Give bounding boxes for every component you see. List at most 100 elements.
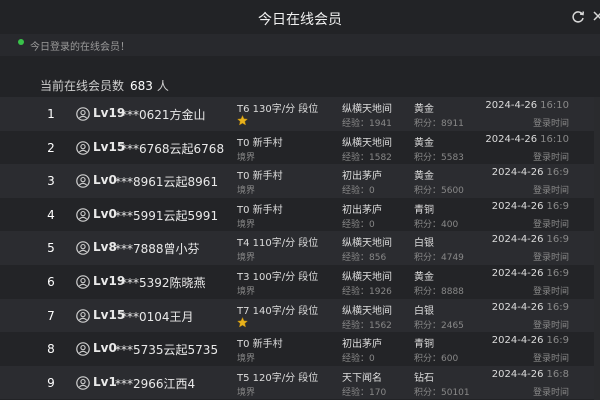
member-row[interactable]: 7 Lv15 ***0104王月 T7 140字/分 段位 纵横天地间 经验：1562 白银… [0,298,600,333]
login-date: 2024-4-26 [491,368,544,380]
login-time: 16:9 [546,200,569,212]
member-rank: 9 [47,375,55,390]
member-name[interactable]: ***6768云起6768 [121,140,224,157]
member-row[interactable]: 6 Lv19 ***5392陈晓燕 T3 100字/分 段位 境界 纵横天地间 经验：192… [0,264,600,299]
member-exp: 经验：0 [342,219,375,230]
notice-text: 今日登录的在线会员！ [30,42,130,53]
member-tier: 白银 [414,305,434,317]
member-exp: 经验：0 [342,354,375,365]
member-row[interactable]: 8 Lv0 ***5735云起5735 T0 新手村 境界 初出茅庐 经验：0 青铜 积分：60… [0,332,600,366]
member-realm-label: 境界 [237,387,256,398]
member-realm-label: 境界 [237,354,256,365]
member-points: 积分：8888 [414,286,464,297]
member-exp: 经验：856 [342,253,387,264]
member-list: 1 Lv19 ***0621方金山 T6 130字/分 段位 纵横天地间 经验：1941 黄… [0,97,600,400]
member-row[interactable]: 1 Lv19 ***0621方金山 T6 130字/分 段位 纵横天地间 经验：1941 黄… [0,97,600,131]
online-count: 当前在线会员数 683 人 [40,77,169,94]
member-name[interactable]: ***2966江西4 [115,375,195,392]
member-realm: 纵横天地间 [342,305,392,317]
member-rank: 2 [47,140,55,155]
login-time-label: 登录时间 [532,219,569,230]
member-row[interactable]: 5 Lv8 ***7888曾小芬 T4 110字/分 段位 境界 纵横天地间 经验：856 白… [0,231,600,265]
member-realm: 纵横天地间 [342,137,392,149]
member-exp: 经验：0 [342,186,375,197]
member-realm: 纵横天地间 [342,238,392,250]
member-name[interactable]: ***0621方金山 [121,106,206,123]
member-row[interactable]: 3 Lv0 ***8961云起8961 T0 新手村 境界 初出茅庐 经验：0 黄金 积分：56… [0,164,600,198]
member-tier: 黄金 [414,271,434,283]
login-time-label: 登录时间 [532,253,569,264]
login-date: 2024-4-26 [491,301,544,313]
member-speed: T0 新手村 [237,171,283,183]
login-time-label: 登录时间 [532,119,569,129]
page-title: 今日在线会员 [258,12,342,28]
member-realm: 初出茅庐 [342,204,382,216]
member-exp: 经验：1941 [342,119,392,129]
member-realm: 初出茅庐 [342,171,382,183]
user-avatar-icon [76,275,90,289]
member-points: 积分：2465 [414,320,464,331]
member-tier: 白银 [414,238,434,250]
member-name[interactable]: ***7888曾小芬 [115,240,200,257]
member-tier: 青铜 [414,204,434,216]
refresh-icon[interactable] [571,10,585,24]
member-speed: T0 新手村 [237,137,283,149]
login-time-label: 登录时间 [532,286,569,297]
login-date: 2024-4-26 [491,267,544,279]
member-speed: T0 新手村 [237,339,283,351]
member-realm: 纵横天地间 [342,271,392,283]
login-time-label: 登录时间 [532,354,569,365]
login-time: 16:9 [546,335,569,347]
title-bar: 今日在线会员 [0,0,600,34]
user-avatar-icon [76,342,90,356]
member-realm: 天下闻名 [342,372,382,384]
scrollbar[interactable] [594,97,600,400]
login-time-label: 登录时间 [532,186,569,197]
user-avatar-icon [76,207,90,222]
member-level: Lv8 [93,240,117,255]
member-name[interactable]: ***5991云起5991 [115,207,218,224]
user-avatar-icon [76,241,90,256]
member-exp: 经验：170 [342,387,387,398]
member-level: Lv0 [93,206,117,221]
member-row[interactable]: 9 Lv1 ***2966江西4 T5 120字/分 段位 境界 天下闻名 经验：170 钻石… [0,365,600,400]
online-count-label: 当前在线会员数 [40,79,125,93]
member-rank: 8 [47,342,55,357]
login-time-label: 登录时间 [532,387,569,398]
member-name[interactable]: ***5392陈晓燕 [121,274,206,291]
login-time: 16:9 [546,301,569,313]
member-level: Lv0 [93,341,117,356]
member-login-date: 2024-4-26 16:10 [485,134,569,145]
online-count-value: 683 [130,79,153,93]
member-tier: 青铜 [414,339,434,351]
member-row[interactable]: 2 Lv15 ***6768云起6768 T0 新手村 境界 纵横天地间 经验：1582 黄金… [0,130,600,165]
member-name[interactable]: ***8961云起8961 [115,173,218,190]
login-date: 2024-4-26 [491,200,544,212]
member-realm-label: 境界 [237,186,256,197]
member-login-date: 2024-4-26 16:8 [492,369,569,380]
member-rank: 1 [47,107,55,121]
login-time: 16:9 [546,234,569,246]
member-points: 积分：5583 [414,152,464,163]
close-icon[interactable] [592,8,600,26]
member-name[interactable]: ***5735云起5735 [115,341,218,358]
member-rank: 3 [47,174,55,189]
login-time-label: 登录时间 [532,320,569,331]
member-points: 积分：4749 [414,253,464,264]
online-dot-icon [18,39,24,45]
member-login-date: 2024-4-26 16:9 [492,335,569,346]
member-points: 积分：50101 [414,387,470,398]
member-row[interactable]: 4 Lv0 ***5991云起5991 T0 新手村 境界 初出茅庐 经验：0 青铜 积分：40… [0,197,600,232]
login-time: 16:8 [546,368,569,380]
member-tier: 黄金 [414,137,434,149]
member-points: 积分：400 [414,219,459,230]
member-name[interactable]: ***0104王月 [121,308,194,325]
user-avatar-icon [76,140,90,155]
member-speed: T6 130字/分 段位 [237,104,319,115]
user-avatar-icon [76,174,90,188]
login-time: 16:10 [540,100,569,111]
member-speed: T5 120字/分 段位 [237,372,319,384]
login-time: 16:9 [546,267,569,279]
login-date: 2024-4-26 [485,100,538,111]
member-realm-label: 境界 [237,286,256,297]
